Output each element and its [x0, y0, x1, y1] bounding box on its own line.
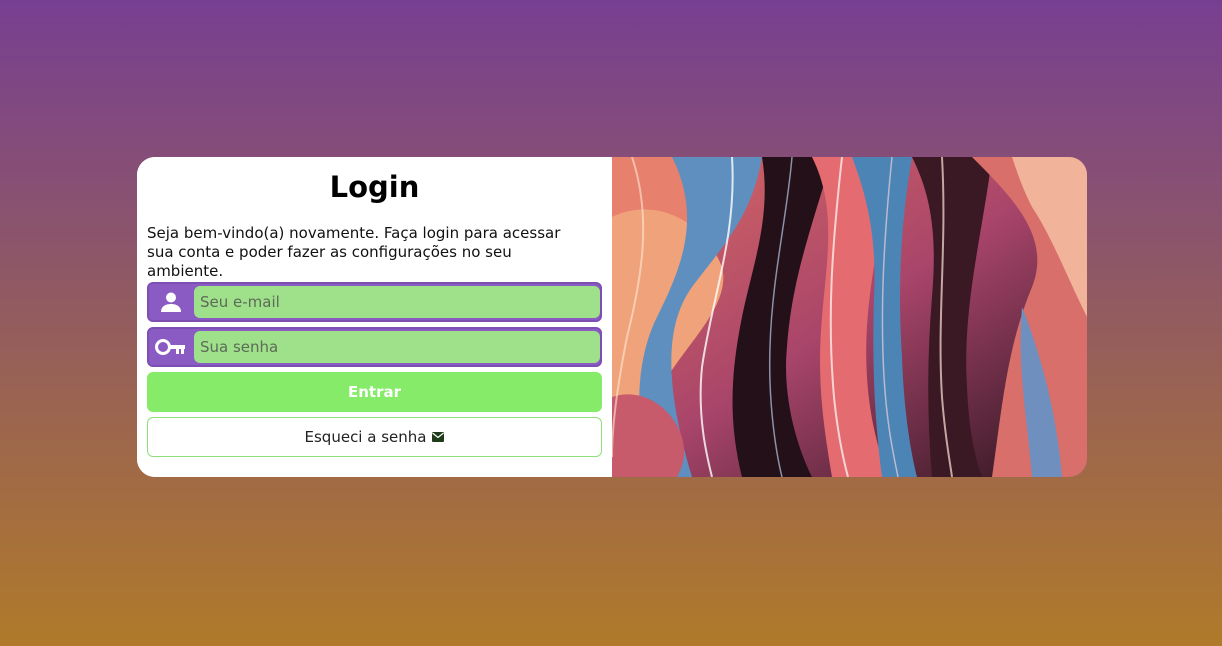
- decorative-image: [612, 157, 1087, 477]
- login-button-label: Entrar: [347, 383, 401, 401]
- forgot-password-label: Esqueci a senha: [304, 428, 427, 446]
- forgot-password-button[interactable]: Esqueci a senha: [147, 417, 602, 457]
- email-input[interactable]: [194, 286, 600, 318]
- user-icon: [149, 284, 193, 320]
- password-field-group: [147, 327, 602, 367]
- welcome-text: Seja bem-vindo(a) novamente. Faça login …: [147, 224, 561, 280]
- login-card: Login Seja bem-vindo(a) novamente. Faça …: [137, 157, 1087, 477]
- email-field-group: [147, 282, 602, 322]
- key-icon: [149, 329, 193, 365]
- envelope-icon: [432, 428, 445, 446]
- page-title: Login: [329, 170, 420, 204]
- login-panel: Login Seja bem-vindo(a) novamente. Faça …: [137, 157, 612, 477]
- password-input[interactable]: [194, 331, 600, 363]
- login-button[interactable]: Entrar: [147, 372, 602, 412]
